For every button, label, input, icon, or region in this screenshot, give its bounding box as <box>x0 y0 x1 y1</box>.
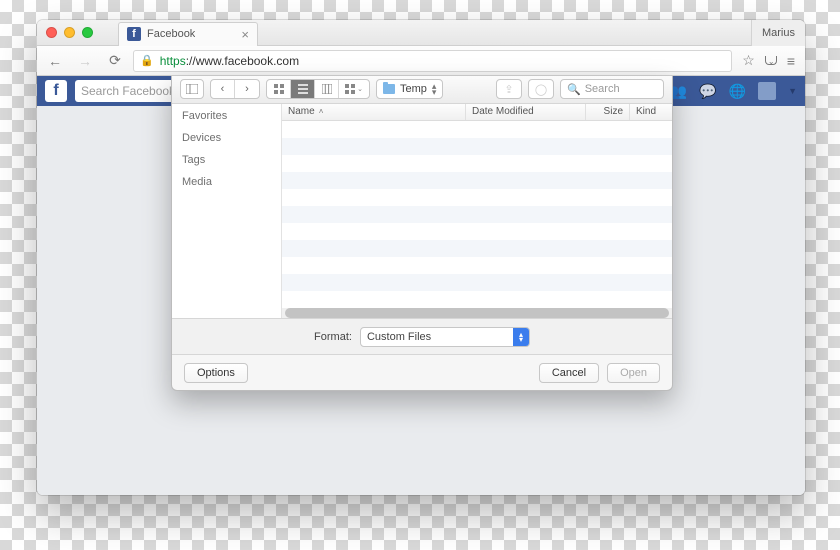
column-name[interactable]: Name˄ <box>282 104 466 120</box>
tab-title: Facebook <box>147 28 195 40</box>
file-row-empty <box>282 172 672 189</box>
file-row-empty <box>282 240 672 257</box>
tags-button[interactable]: ◯ <box>528 79 554 99</box>
folder-icon <box>383 84 395 94</box>
menu-icon[interactable]: ≡ <box>787 53 795 69</box>
current-folder-label: Temp <box>400 83 427 95</box>
sidebar-section-tags[interactable]: Tags <box>182 154 271 166</box>
view-mode-segment: ⌄ <box>266 79 370 99</box>
window-controls <box>46 27 100 38</box>
toolbar-right: ☆ ⌄ ≡ <box>738 52 799 69</box>
address-bar[interactable]: 🔒 https://www.facebook.com <box>133 50 732 72</box>
favicon-facebook: f <box>127 27 141 41</box>
close-tab-icon[interactable]: × <box>241 27 249 42</box>
chevron-updown-icon: ▴▾ <box>432 83 437 95</box>
url-rest: ://www.facebook.com <box>186 54 299 68</box>
sort-asc-icon: ˄ <box>319 107 324 116</box>
close-window-button[interactable] <box>46 27 57 38</box>
dialog-toolbar: ‹ › ⌄ <box>172 76 672 104</box>
dropdown-caret-icon[interactable]: ▼ <box>788 86 797 96</box>
format-select[interactable]: Custom Files ▴▾ <box>360 327 530 347</box>
cancel-button[interactable]: Cancel <box>539 363 599 383</box>
dialog-search-input[interactable]: 🔍 Search <box>560 79 664 99</box>
profile-chip[interactable]: Marius <box>751 20 805 46</box>
messages-icon[interactable]: 💬 <box>699 83 716 100</box>
dialog-button-row: Options Cancel Open <box>172 355 672 390</box>
column-size[interactable]: Size <box>586 104 630 120</box>
file-row-empty <box>282 206 672 223</box>
tab-strip: f Facebook × Marius <box>37 20 805 46</box>
search-icon: 🔍 <box>567 83 581 96</box>
file-row-empty <box>282 138 672 155</box>
file-row-empty <box>282 155 672 172</box>
column-headers: Name˄ Date Modified Size Kind <box>282 104 672 121</box>
format-row: Format: Custom Files ▴▾ <box>172 319 672 356</box>
format-label: Format: <box>314 331 352 343</box>
view-columns-button[interactable] <box>315 80 339 98</box>
sidebar-section-media[interactable]: Media <box>182 176 271 188</box>
sidebar-toggle-button[interactable] <box>180 79 204 99</box>
column-date[interactable]: Date Modified <box>466 104 586 120</box>
view-icons-button[interactable] <box>267 80 291 98</box>
chevron-updown-icon: ▴▾ <box>513 328 529 346</box>
lock-icon: 🔒 <box>140 54 154 67</box>
file-row-empty <box>282 291 672 308</box>
file-row-empty <box>282 189 672 206</box>
browser-window: f Facebook × Marius ← → ⟳ 🔒 https://www.… <box>37 20 805 495</box>
profile-avatar[interactable] <box>758 82 776 100</box>
url-toolbar: ← → ⟳ 🔒 https://www.facebook.com ☆ ⌄ ≡ <box>37 46 805 76</box>
pocket-icon[interactable]: ⌄ <box>765 56 777 65</box>
nav-forward-button[interactable]: › <box>235 80 259 98</box>
nav-back-forward: ‹ › <box>210 79 260 99</box>
horizontal-scrollbar[interactable] <box>282 308 672 318</box>
facebook-logo[interactable]: f <box>45 80 67 102</box>
url-scheme: https <box>160 54 186 68</box>
back-button[interactable]: ← <box>43 50 67 72</box>
column-kind[interactable]: Kind <box>630 104 672 120</box>
minimize-window-button[interactable] <box>64 27 75 38</box>
file-row-empty <box>282 257 672 274</box>
open-button[interactable]: Open <box>607 363 660 383</box>
file-open-dialog: ‹ › ⌄ <box>171 76 673 391</box>
dialog-sidebar: Favorites Devices Tags Media <box>172 104 282 318</box>
reload-button[interactable]: ⟳ <box>103 50 127 72</box>
sidebar-section-devices[interactable]: Devices <box>182 132 271 144</box>
browser-tab[interactable]: f Facebook × <box>118 22 258 46</box>
star-icon[interactable]: ☆ <box>742 52 755 69</box>
file-row-empty <box>282 274 672 291</box>
sidebar-icon <box>186 84 198 94</box>
sidebar-section-favorites[interactable]: Favorites <box>182 110 271 122</box>
options-button[interactable]: Options <box>184 363 248 383</box>
maximize-window-button[interactable] <box>82 27 93 38</box>
share-button[interactable]: ⇪ <box>496 79 522 99</box>
folder-path-dropdown[interactable]: Temp ▴▾ <box>376 79 443 99</box>
notifications-icon[interactable]: 🌐 <box>729 83 746 100</box>
file-rows <box>282 121 672 308</box>
page-content: f Search Facebook 👥 💬 🌐 ▼ ‹ › <box>37 76 805 495</box>
file-row-empty <box>282 223 672 240</box>
view-gallery-button[interactable]: ⌄ <box>339 80 369 98</box>
forward-button[interactable]: → <box>73 50 97 72</box>
nav-back-button[interactable]: ‹ <box>211 80 235 98</box>
facebook-right-icons: 👥 💬 🌐 ▼ <box>670 82 797 100</box>
dialog-body: Favorites Devices Tags Media Name˄ Date … <box>172 104 672 319</box>
view-list-button[interactable] <box>291 80 315 98</box>
file-row-empty <box>282 121 672 138</box>
file-list-pane: Name˄ Date Modified Size Kind <box>282 104 672 318</box>
